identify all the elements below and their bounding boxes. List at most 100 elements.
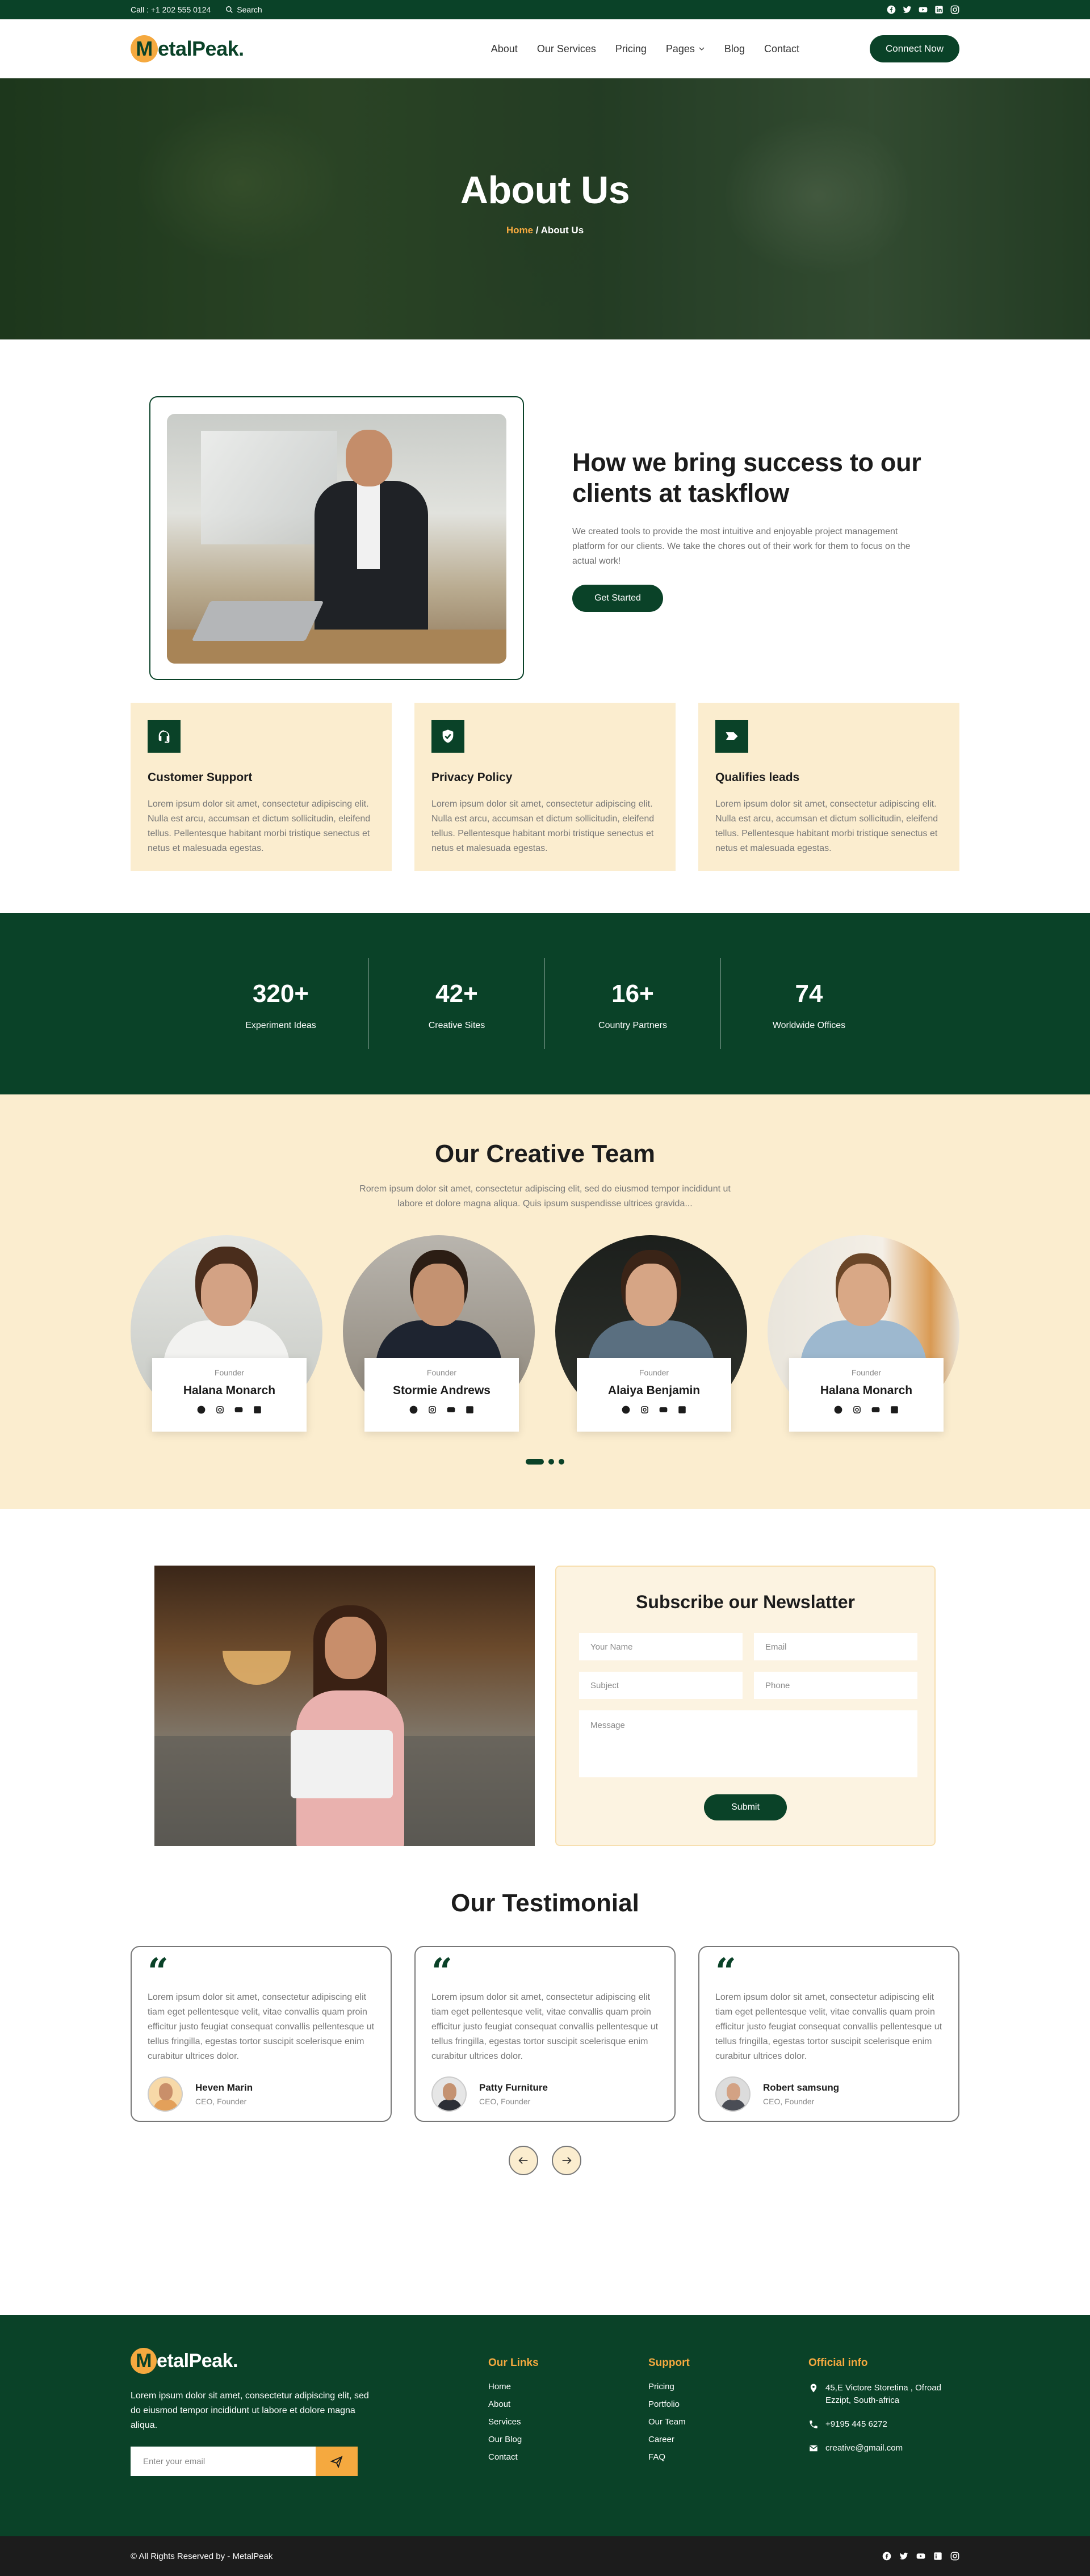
- footer-link-home[interactable]: Home: [488, 2382, 539, 2392]
- footer-email[interactable]: creative@gmail.com: [825, 2442, 903, 2455]
- hero-banner: About Us Home / About Us: [0, 78, 1090, 339]
- footer-link-about[interactable]: About: [488, 2399, 539, 2409]
- footer-email-input[interactable]: Enter your email: [131, 2447, 316, 2476]
- nav-pricing[interactable]: Pricing: [615, 43, 647, 55]
- avatar: [148, 2076, 183, 2112]
- linkedin-icon[interactable]: [933, 2552, 942, 2561]
- footer-send-button[interactable]: [316, 2447, 358, 2476]
- about-body: We created tools to provide the most int…: [572, 527, 911, 566]
- phone-icon: [810, 2420, 818, 2428]
- feature-body: Lorem ipsum dolor sit amet, consectetur …: [148, 799, 371, 853]
- youtube-icon[interactable]: [659, 1406, 668, 1414]
- member-role: Founder: [426, 1368, 457, 1377]
- instagram-icon[interactable]: [216, 1406, 224, 1414]
- footer-link-team[interactable]: Our Team: [648, 2417, 690, 2427]
- facebook-icon[interactable]: [197, 1406, 206, 1414]
- youtube-icon[interactable]: [916, 2552, 925, 2561]
- nav-pages[interactable]: Pages: [666, 43, 705, 55]
- youtube-icon[interactable]: [234, 1406, 243, 1414]
- footer-link-career[interactable]: Career: [648, 2435, 690, 2444]
- subject-field[interactable]: Subject: [579, 1672, 743, 1699]
- footer-link-blog[interactable]: Our Blog: [488, 2435, 539, 2444]
- location-icon: [810, 2384, 817, 2393]
- carousel-dot[interactable]: [559, 1459, 564, 1465]
- footer-support: Support Pricing Portfolio Our Team Caree…: [648, 2357, 690, 2470]
- feature-body: Lorem ipsum dolor sit amet, consectetur …: [715, 799, 938, 853]
- nav-contact[interactable]: Contact: [764, 43, 799, 55]
- avatar: [431, 2076, 467, 2112]
- stats-section: 320+ Experiment Ideas 42+ Creative Sites…: [0, 913, 1090, 1094]
- prev-button[interactable]: [509, 2146, 538, 2175]
- feature-title: Privacy Policy: [431, 771, 513, 784]
- footer-link-faq[interactable]: FAQ: [648, 2452, 690, 2462]
- testimonial-role: CEO, Founder: [195, 2097, 247, 2106]
- feature-card: Customer Support Lorem ipsum dolor sit a…: [131, 703, 392, 871]
- youtube-icon[interactable]: [871, 1406, 880, 1414]
- testimonial-body: Lorem ipsum dolor sit amet, consectetur …: [148, 1992, 375, 2061]
- footer-phone[interactable]: +9195 445 6272: [825, 2418, 887, 2431]
- footer-link-pricing[interactable]: Pricing: [648, 2382, 690, 2392]
- feature-card: Qualifies leads Lorem ipsum dolor sit am…: [698, 703, 959, 871]
- facebook-icon[interactable]: [409, 1406, 418, 1414]
- testimonial-title: Our Testimonial: [451, 1889, 639, 1917]
- footer-info: Official info 45,E Victore Storetina , O…: [808, 2357, 959, 2466]
- instagram-icon[interactable]: [640, 1406, 649, 1414]
- next-button[interactable]: [552, 2146, 581, 2175]
- tag-icon: [715, 720, 748, 753]
- member-socials: [152, 1406, 307, 1414]
- footer-link-services[interactable]: Services: [488, 2417, 539, 2427]
- team-carousel-dots: [0, 1459, 1090, 1465]
- member-socials: [789, 1406, 944, 1414]
- instagram-icon[interactable]: [950, 5, 959, 14]
- breadcrumb-home[interactable]: Home: [506, 225, 533, 236]
- nav-blog[interactable]: Blog: [724, 43, 745, 55]
- submit-button[interactable]: Submit: [704, 1794, 787, 1820]
- team-section: Our Creative Team Rorem ipsum dolor sit …: [0, 1094, 1090, 1509]
- testimonial-section: Our Testimonial “ Lorem ipsum dolor sit …: [0, 1883, 1090, 2315]
- get-started-button[interactable]: Get Started: [572, 585, 663, 612]
- linkedin-icon[interactable]: [890, 1406, 899, 1414]
- linkedin-icon[interactable]: [253, 1406, 262, 1414]
- main-nav: About Our Services Pricing Pages Blog Co…: [491, 43, 799, 55]
- facebook-icon[interactable]: [882, 2552, 891, 2561]
- twitter-icon[interactable]: [903, 5, 912, 14]
- breadcrumb-current: About Us: [540, 225, 584, 236]
- instagram-icon[interactable]: [853, 1406, 861, 1414]
- footer-logo[interactable]: M etalPeak.: [131, 2348, 369, 2374]
- footer-link-contact[interactable]: Contact: [488, 2452, 539, 2462]
- nav-about[interactable]: About: [491, 43, 518, 55]
- twitter-icon[interactable]: [899, 2552, 908, 2561]
- page-title: About Us: [460, 169, 630, 212]
- team-title: Our Creative Team: [434, 1140, 655, 1168]
- site-header: M etalPeak. About Our Services Pricing P…: [0, 19, 1090, 78]
- youtube-icon[interactable]: [919, 5, 928, 14]
- linkedin-icon[interactable]: [678, 1406, 686, 1414]
- quote-icon: “: [431, 1950, 452, 1993]
- instagram-icon[interactable]: [950, 2552, 959, 2561]
- facebook-icon[interactable]: [622, 1406, 630, 1414]
- email-field[interactable]: Email: [754, 1633, 917, 1660]
- facebook-icon[interactable]: [887, 5, 896, 14]
- top-socials: [887, 5, 959, 14]
- linkedin-icon[interactable]: [466, 1406, 474, 1414]
- nav-our-services[interactable]: Our Services: [537, 43, 596, 55]
- stat-label: Creative Sites: [428, 1021, 485, 1030]
- linkedin-icon[interactable]: [934, 5, 944, 14]
- youtube-icon[interactable]: [447, 1406, 455, 1414]
- footer-link-portfolio[interactable]: Portfolio: [648, 2399, 690, 2409]
- carousel-dot[interactable]: [548, 1459, 554, 1465]
- stat-number: 320+: [252, 980, 309, 1008]
- message-field[interactable]: Message: [579, 1710, 917, 1777]
- facebook-icon[interactable]: [834, 1406, 842, 1414]
- carousel-dot[interactable]: [526, 1459, 544, 1465]
- call-text: Call : +1 202 555 0124: [131, 5, 211, 14]
- logo-text: etalPeak.: [158, 37, 244, 60]
- member-role: Founder: [214, 1368, 245, 1377]
- team-member-card: Founder Halana Monarch: [768, 1235, 959, 1445]
- phone-field[interactable]: Phone: [754, 1672, 917, 1699]
- instagram-icon[interactable]: [428, 1406, 437, 1414]
- top-search[interactable]: Search: [225, 5, 262, 14]
- name-field[interactable]: Your Name: [579, 1633, 743, 1660]
- logo[interactable]: M etalPeak.: [131, 35, 244, 62]
- connect-now-button[interactable]: Connect Now: [870, 35, 959, 62]
